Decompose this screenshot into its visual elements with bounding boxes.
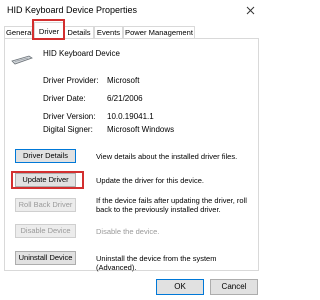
disable-device-description: Disable the device.: [96, 227, 160, 236]
tab-highlight-box: [32, 19, 65, 40]
driver-provider-label: Driver Provider:: [43, 76, 99, 85]
roll-back-driver-description: If the device fails after updating the d…: [96, 196, 247, 214]
disable-device-button[interactable]: Disable Device: [15, 224, 76, 238]
device-name: HID Keyboard Device: [43, 49, 120, 58]
uninstall-device-button[interactable]: Uninstall Device: [15, 251, 76, 265]
ok-button[interactable]: OK: [156, 279, 204, 295]
driver-details-description: View details about the installed driver …: [96, 152, 238, 161]
update-driver-description: Update the driver for this device.: [96, 176, 204, 185]
tab-details[interactable]: Details: [64, 26, 94, 38]
driver-provider-value: Microsoft: [107, 76, 140, 85]
driver-date-value: 6/21/2006: [107, 94, 143, 103]
close-icon: [246, 6, 254, 14]
driver-details-button[interactable]: Driver Details: [15, 149, 76, 163]
cancel-button[interactable]: Cancel: [210, 279, 258, 295]
driver-version-label: Driver Version:: [43, 112, 96, 121]
digital-signer-label: Digital Signer:: [43, 125, 93, 134]
update-driver-button[interactable]: Update Driver: [15, 173, 76, 187]
close-button[interactable]: [240, 2, 260, 18]
uninstall-device-description: Uninstall the device from the system (Ad…: [96, 254, 217, 272]
tab-general[interactable]: General: [4, 26, 35, 38]
roll-back-driver-button[interactable]: Roll Back Driver: [15, 198, 76, 212]
digital-signer-value: Microsoft Windows: [107, 125, 175, 134]
title-bar: HID Keyboard Device Properties: [0, 0, 264, 20]
window-title: HID Keyboard Device Properties: [7, 5, 138, 15]
keyboard-icon: [11, 55, 33, 65]
driver-version-value: 10.0.19041.1: [107, 112, 154, 121]
tab-power-management[interactable]: Power Management: [123, 26, 195, 38]
driver-date-label: Driver Date:: [43, 94, 86, 103]
tab-events[interactable]: Events: [94, 26, 123, 38]
